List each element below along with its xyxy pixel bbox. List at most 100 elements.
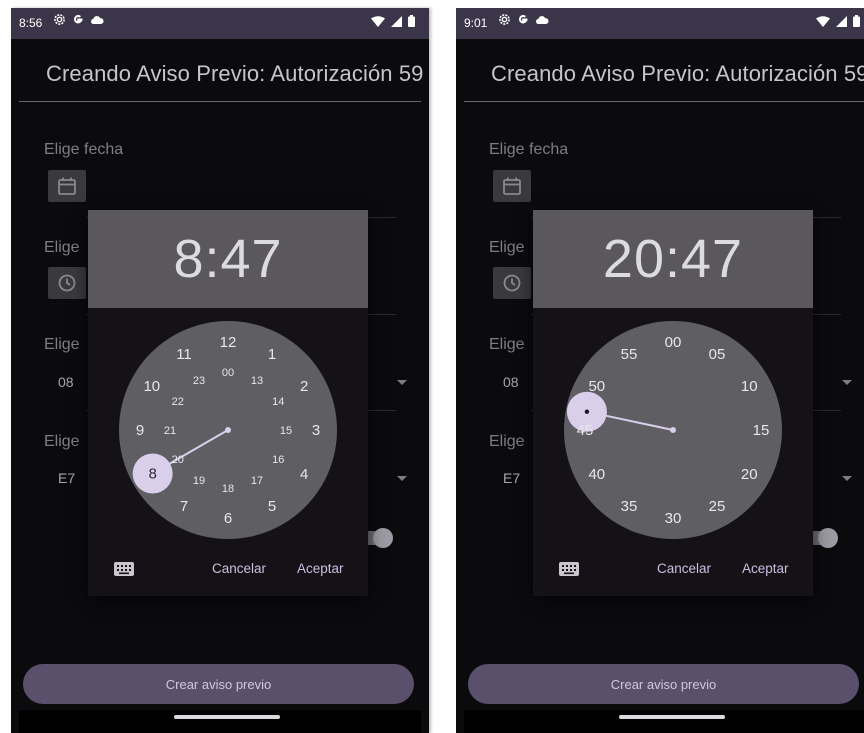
clock-number-inner: 19 [193, 475, 205, 487]
dropdown-value-1[interactable]: 08 [503, 374, 519, 390]
time-picker-button[interactable] [48, 267, 86, 299]
status-bar: 8:56 [11, 8, 429, 39]
clock-number: 55 [621, 346, 638, 363]
clock-number: 20 [741, 466, 758, 483]
clock-number: 7 [180, 498, 188, 515]
clock-number: 5 [268, 498, 276, 515]
app-screen: Creando Aviso Previo: Autorización 59 El… [464, 39, 864, 733]
navigation-bar [464, 710, 864, 733]
status-bar: 9:01 [456, 8, 864, 39]
clock-number-inner: 15 [280, 425, 292, 437]
signal-icon [391, 15, 402, 27]
clock-icon [58, 274, 76, 292]
cloud-icon [91, 15, 104, 24]
clock-number: 1 [268, 346, 276, 363]
google-icon [518, 15, 528, 24]
clock-number: 3 [312, 422, 320, 439]
phone-screen-minutes: 9:01 Creando Aviso Previo: Autorización … [456, 8, 864, 733]
clock-number: 05 [709, 346, 726, 363]
clock-number: 50 [588, 378, 605, 395]
clock-number: 35 [621, 498, 638, 515]
phone-screen-hours: 8:56 Creando Aviso Previo: Autorización … [11, 8, 429, 733]
cancel-button[interactable]: Cancelar [212, 561, 266, 576]
wifi-icon [371, 15, 385, 27]
fourth-label: Elige [44, 433, 80, 450]
chevron-down-icon[interactable] [397, 380, 407, 385]
time-display[interactable]: 8:47 [88, 228, 368, 290]
clock-icon [503, 274, 521, 292]
date-picker-button[interactable] [493, 170, 531, 202]
settings-icon [499, 14, 510, 25]
clock-number: 45 [577, 422, 594, 439]
clock-number: 10 [741, 378, 758, 395]
create-button[interactable]: Crear aviso previo [468, 664, 859, 704]
clock-number-inner: 23 [193, 375, 205, 387]
time-picker-dialog: 20:47 00 05 10 15 20 25 30 35 40 45 50 55 Cancelar … [533, 210, 813, 596]
home-indicator[interactable] [174, 715, 280, 719]
cancel-button[interactable]: Cancelar [657, 561, 711, 576]
battery-icon [853, 15, 860, 27]
chevron-down-icon[interactable] [397, 476, 407, 481]
clock-number: 11 [176, 346, 192, 363]
clock-dial[interactable]: 1212345678910110013141516171819202122238 [88, 308, 368, 548]
clock-number: 2 [300, 378, 308, 395]
app-screen: Creando Aviso Previo: Autorización 59 El… [19, 39, 424, 733]
clock-center-dot [225, 427, 231, 433]
time-display[interactable]: 20:47 [533, 228, 813, 290]
chevron-down-icon[interactable] [842, 476, 852, 481]
title-divider [19, 101, 421, 102]
page-title: Creando Aviso Previo: Autorización 59 [46, 61, 424, 86]
accept-button[interactable]: Aceptar [297, 561, 344, 576]
navigation-bar [19, 710, 421, 733]
time-label: Elige [489, 239, 525, 256]
time-picker-dialog: 8:47 12 1 2 3 4 5 6 7 8 9 10 11 00 13 14 15 16 17 18 19 20 21… [88, 210, 368, 596]
title-divider [464, 101, 864, 102]
clock-number-inner: 17 [251, 475, 263, 487]
status-time: 9:01 [464, 16, 488, 30]
clock-center-dot [670, 427, 676, 433]
clock-number: 40 [588, 466, 605, 483]
clock-selector-dot [584, 409, 590, 414]
settings-icon [54, 14, 65, 25]
signal-icon [836, 15, 847, 27]
date-label: Elige fecha [44, 141, 124, 158]
clock-number-inner: 22 [172, 396, 184, 408]
create-button[interactable]: Crear aviso previo [23, 664, 414, 704]
dropdown-value-2[interactable]: E7 [503, 470, 520, 486]
calendar-icon [503, 177, 521, 195]
keyboard-icon[interactable] [114, 562, 134, 576]
clock-dial[interactable]: 00 05 10 15 20 25 30 35 40 45 50 55 [533, 308, 813, 548]
third-label: Elige [489, 336, 525, 353]
clock-number: 00 [665, 334, 682, 351]
keyboard-icon[interactable] [559, 562, 579, 576]
google-icon [73, 15, 83, 24]
calendar-icon [58, 177, 76, 195]
dialog-header: 20:47 [533, 210, 813, 308]
page-title: Creando Aviso Previo: Autorización 59 [491, 61, 864, 86]
dropdown-value-2[interactable]: E7 [58, 470, 75, 486]
dropdown-value-1[interactable]: 08 [58, 374, 74, 390]
clock-number: 25 [709, 498, 726, 515]
dialog-header: 8:47 [88, 210, 368, 308]
home-indicator[interactable] [619, 715, 725, 719]
clock-number-inner: 21 [164, 425, 176, 437]
clock-number-inner: 00 [222, 367, 234, 379]
time-picker-button[interactable] [493, 267, 531, 299]
fourth-label: Elige [489, 433, 525, 450]
clock-number: 15 [753, 422, 770, 439]
accept-button[interactable]: Aceptar [742, 561, 789, 576]
clock-number-inner: 18 [222, 483, 234, 495]
clock-number: 9 [136, 422, 144, 439]
clock-number: 6 [224, 510, 232, 527]
date-picker-button[interactable] [48, 170, 86, 202]
clock-number: 30 [665, 510, 682, 527]
clock-selected-number: 8 [148, 466, 156, 483]
battery-icon [408, 15, 415, 27]
wifi-icon [816, 15, 830, 27]
cloud-icon [536, 15, 549, 24]
chevron-down-icon[interactable] [842, 380, 852, 385]
clock-number: 4 [300, 466, 308, 483]
clock-number-inner: 16 [272, 454, 284, 466]
time-label: Elige [44, 239, 80, 256]
clock-number-inner: 20 [172, 454, 184, 466]
